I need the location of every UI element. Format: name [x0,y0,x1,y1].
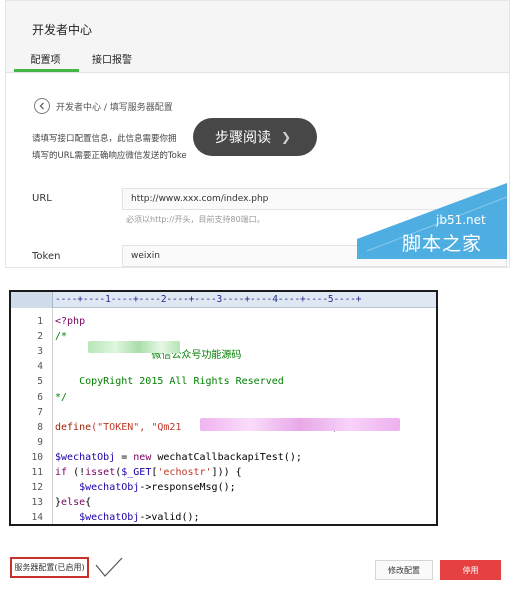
config-description-line-1: 请填写接口配置信息，此信息需要你拥 [32,134,177,144]
code-token: <?php [55,316,86,327]
code-token: ->responseMsg(); [139,482,236,494]
tab-interface-alarm[interactable]: 接口报警 [92,51,132,66]
line-number: 13 [31,497,43,509]
line-number: 14 [31,512,43,524]
url-hint: 必须以http://开头，目前支持80端口。 [126,215,265,224]
line-number: 6 [37,391,43,403]
code-token: define [55,421,92,433]
server-config-status-badge: 服务器配置(已启用) [10,557,89,578]
breadcrumb: 开发者中心 / 填写服务器配置 [34,97,173,115]
line-number: 9 [37,436,43,448]
line-number: 10 [31,451,43,463]
line-number: 7 [37,406,43,418]
code-token: ("TOKEN", "Qm21 [91,421,182,433]
code-token: ->valid(); [139,512,200,524]
code-line: CopyRight 2015 All Rights Reserved [55,376,284,387]
code-token: ])) { [211,467,242,478]
config-description-line-2: 填写的URL需要正确响应微信发送的Toke [32,151,187,161]
code-line: $wechatObj = new wechatCallbackapiTest()… [55,452,302,463]
code-line: }else{ [55,497,91,508]
code-line: if (!isset($_GET['echostr'])) { [55,467,242,478]
ruler-gutter [11,292,53,308]
watermark-site: jb51.net [436,213,486,227]
code-line: $wechatObj->responseMsg(); [55,482,236,493]
code-line: <?php [55,316,85,327]
breadcrumb-text: 开发者中心 / 填写服务器配置 [56,102,173,113]
back-icon[interactable] [34,98,50,114]
code-token: { [85,497,92,509]
code-line: /* [55,331,67,342]
code-token: wechatCallbackapiTest(); [151,451,302,463]
code-token: if [55,467,68,478]
panel-header: 开发者中心 配置项 接口报警 [6,1,509,73]
edit-config-button[interactable]: 修改配置 [375,560,433,580]
code-line: */ [55,392,67,403]
line-number: 12 [31,482,43,494]
disable-button[interactable]: 停用 [440,560,501,580]
line-number: 8 [37,421,43,433]
line-number: 11 [31,467,43,478]
code-token: $wechatObj [79,482,140,494]
url-label: URL [32,193,52,204]
active-tab-indicator [14,69,79,72]
column-ruler: ----+----1----+----2----+----3----+----4… [11,292,436,308]
tab-config[interactable]: 配置项 [14,51,77,66]
token-label: Token [32,251,61,262]
code-token: 'echostr' [157,467,212,478]
line-number: 2 [37,331,43,343]
blurred-token [200,418,400,431]
watermark-name: 脚本之家 [402,233,483,255]
code-line: $wechatObj->valid(); [55,512,200,524]
code-token: isset [85,467,116,478]
ruler-text: ----+----1----+----2----+----3----+----4… [55,294,362,305]
step-reading-button[interactable]: 步骤阅读 ❯ [193,118,317,156]
code-token: CopyRight 2015 All Rights Reserved [55,376,284,388]
line-number: 5 [37,376,43,388]
line-number: 1 [37,316,43,327]
code-token: = [115,451,134,463]
blurred-author [88,341,180,353]
code-token: */ [55,391,68,403]
code-token: else [61,497,86,509]
code-token: new [133,451,152,463]
code-token: (! [67,467,86,478]
code-token: $wechatObj [79,512,140,524]
code-editor: ----+----1----+----2----+----3----+----4… [9,290,438,526]
checkmark-icon [95,557,123,577]
page-title: 开发者中心 [32,23,93,37]
step-reading-label: 步骤阅读 [215,130,271,146]
line-number: 4 [37,361,43,373]
code-token: /* [55,331,68,343]
line-number-gutter: 1 2 3 4 5 6 7 8 9 10 11 12 13 14 [11,308,53,524]
chevron-right-icon: ❯ [281,130,292,144]
code-token: $_GET [121,467,152,478]
line-number: 3 [37,346,43,358]
code-token: $wechatObj [55,451,116,463]
